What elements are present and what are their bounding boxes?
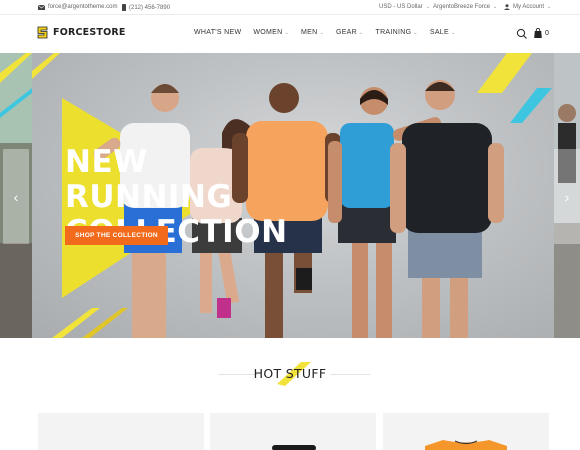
nav-label: SALE (429, 29, 449, 36)
next-slide-button[interactable]: › (554, 149, 580, 244)
accent-stripe (32, 53, 60, 79)
nav-whats-new[interactable]: WHAT'S NEW (194, 29, 241, 36)
chevron-left-icon: ‹ (13, 188, 19, 205)
store-label: ArgentoBreeze Force (433, 4, 491, 10)
hero-title-line: NEW RUNNING (65, 144, 233, 215)
chevron-down-icon: ⌄ (450, 29, 456, 36)
contact-email[interactable]: force@argentotheme.com (38, 4, 117, 10)
nav-label: TRAINING (375, 29, 412, 36)
nav-gear[interactable]: GEAR ⌄ (336, 29, 364, 36)
nav-label: WOMEN (253, 29, 283, 36)
nav-training[interactable]: TRAINING ⌄ (376, 29, 418, 36)
nav-label: WHAT'S NEW (194, 29, 242, 36)
phone-text: (212) 456-7890 (129, 4, 171, 11)
nav-women[interactable]: WOMEN ⌄ (253, 29, 289, 36)
logo[interactable]: FORCESTORE (36, 26, 126, 39)
contact-phone[interactable]: (212) 456-7890 (122, 4, 170, 11)
chevron-down-icon: ⌄ (425, 4, 430, 10)
section-title: HOT STUFF (253, 366, 327, 381)
product-image (383, 413, 549, 450)
nav-label: GEAR (335, 29, 357, 36)
chevron-right-icon: › (564, 188, 570, 205)
shop-collection-button[interactable]: SHOP THE COLLECTION (65, 226, 168, 245)
product-card[interactable] (210, 413, 376, 450)
search-icon[interactable] (516, 28, 528, 40)
main-header: FORCESTORE WHAT'S NEW WOMEN ⌄ MEN ⌄ GEAR… (0, 15, 580, 53)
nav-label: MEN (300, 29, 318, 36)
chevron-down-icon: ⌄ (359, 29, 364, 36)
next-slide-preview: › (554, 53, 580, 338)
hero-banner: NEW RUNNING COLLECTION SHOP THE COLLECTI… (32, 53, 554, 338)
email-text: force@argentotheme.com (48, 4, 118, 10)
envelope-icon (38, 4, 45, 10)
nav-men[interactable]: MEN ⌄ (301, 29, 324, 36)
chevron-down-icon: ⌄ (413, 29, 418, 36)
logo-text: FORCESTORE (53, 27, 126, 38)
currency-selector[interactable]: USD - US Dollar ⌄ (379, 4, 430, 10)
product-card[interactable] (38, 413, 204, 450)
product-image (210, 413, 376, 450)
account-label: My Account (513, 4, 545, 10)
section-header: HOT STUFF (0, 360, 580, 390)
accent-stripe (510, 88, 552, 123)
phone-icon (122, 4, 126, 11)
accent-stripe (477, 53, 532, 93)
prev-slide-button[interactable]: ‹ (3, 149, 29, 244)
product-card[interactable] (383, 413, 549, 450)
prev-slide-preview: ‹ (0, 53, 32, 338)
cart-count: 0 (545, 29, 549, 37)
logo-mark-icon (37, 26, 48, 39)
chevron-down-icon: ⌄ (493, 4, 498, 10)
product-image (38, 413, 204, 450)
account-menu[interactable]: My Account ⌄ (504, 4, 551, 10)
shopping-bag-icon (534, 28, 542, 38)
person-figure (390, 80, 504, 338)
chevron-down-icon: ⌄ (547, 4, 552, 10)
user-icon (504, 4, 510, 10)
top-bar: force@argentotheme.com (212) 456-7890 US… (0, 0, 580, 15)
main-nav: WHAT'S NEW WOMEN ⌄ MEN ⌄ GEAR ⌄ TRAINING… (194, 29, 455, 36)
chevron-down-icon: ⌄ (284, 29, 289, 36)
nav-sale[interactable]: SALE ⌄ (430, 29, 456, 36)
chevron-down-icon: ⌄ (319, 29, 324, 36)
cart-button[interactable]: 0 (534, 28, 549, 38)
currency-label: USD - US Dollar (379, 4, 423, 10)
store-selector[interactable]: ArgentoBreeze Force ⌄ (433, 4, 497, 10)
